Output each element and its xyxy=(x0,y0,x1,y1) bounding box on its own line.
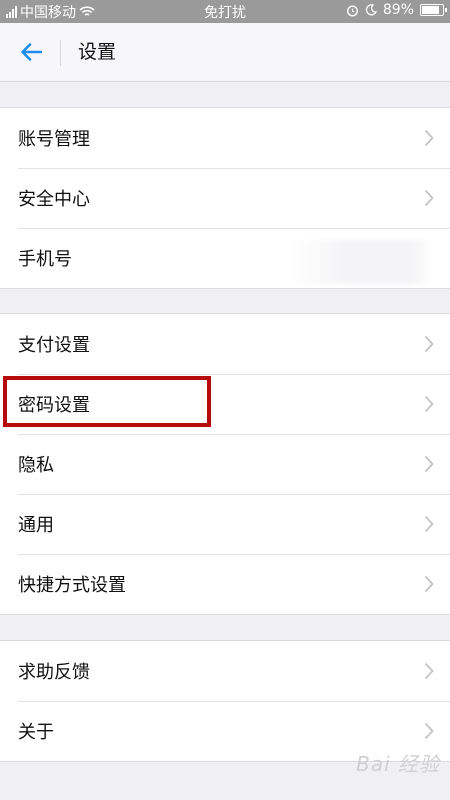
row-label: 隐私 xyxy=(18,455,54,476)
row-label: 账号管理 xyxy=(18,129,90,150)
chevron-right-icon xyxy=(424,189,434,207)
status-bar: 中国移动 免打扰 89% xyxy=(0,0,450,23)
settings-group-general: 支付设置 密码设置 隐私 通用 快捷方式设置 xyxy=(0,313,450,615)
row-label: 安全中心 xyxy=(18,189,90,210)
row-label: 快捷方式设置 xyxy=(18,575,126,596)
row-label: 手机号 xyxy=(18,249,72,270)
row-label: 通用 xyxy=(18,515,54,536)
chevron-right-icon xyxy=(424,662,434,680)
row-account-management[interactable]: 账号管理 xyxy=(0,108,450,168)
battery-icon xyxy=(420,4,447,16)
nav-divider xyxy=(60,40,61,66)
back-button[interactable] xyxy=(14,37,48,67)
arrow-left-icon xyxy=(21,43,42,61)
battery-fill xyxy=(422,6,439,14)
phone-number-blur xyxy=(290,240,432,284)
row-help-feedback[interactable]: 求助反馈 xyxy=(0,641,450,701)
row-label: 支付设置 xyxy=(18,335,90,356)
row-label: 关于 xyxy=(18,722,54,743)
row-label: 求助反馈 xyxy=(18,662,90,683)
nav-bar: 设置 xyxy=(0,23,450,82)
row-security-center[interactable]: 安全中心 xyxy=(0,167,450,228)
battery-percent: 89% xyxy=(382,2,414,18)
row-label: 密码设置 xyxy=(18,395,90,416)
row-privacy[interactable]: 隐私 xyxy=(0,433,450,494)
chevron-right-icon xyxy=(424,395,434,413)
chevron-right-icon xyxy=(424,722,434,740)
chevron-right-icon xyxy=(424,515,434,533)
status-right: 89% xyxy=(346,2,447,18)
row-payment-settings[interactable]: 支付设置 xyxy=(0,314,450,374)
alarm-icon xyxy=(346,4,358,17)
page-title: 设置 xyxy=(78,41,117,63)
row-general[interactable]: 通用 xyxy=(0,493,450,554)
chevron-right-icon xyxy=(424,575,434,593)
row-password-settings[interactable]: 密码设置 xyxy=(0,373,450,434)
chevron-right-icon xyxy=(424,129,434,147)
settings-group-help: 求助反馈 关于 xyxy=(0,640,450,762)
moon-icon xyxy=(365,4,377,16)
chevron-right-icon xyxy=(424,455,434,473)
row-shortcut-settings[interactable]: 快捷方式设置 xyxy=(0,553,450,614)
watermark-logo: Bai 经验 xyxy=(356,752,440,776)
chevron-right-icon xyxy=(424,335,434,353)
